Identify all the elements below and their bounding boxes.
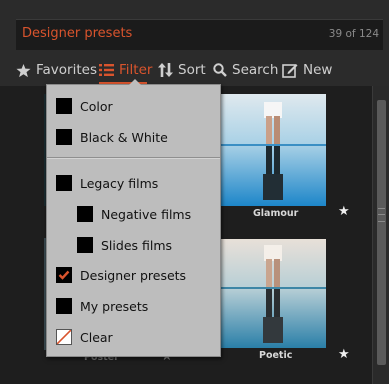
filter-item-designer-presets[interactable]: Designer presets — [47, 260, 229, 290]
search-button[interactable]: Search — [213, 58, 278, 82]
favorite-star-icon[interactable]: ★ — [338, 347, 350, 362]
list-icon — [99, 64, 114, 76]
scrollbar-grip-icon — [378, 208, 385, 222]
filter-menu: Color Black & White Legacy films Negativ… — [46, 79, 221, 357]
checkbox-icon — [56, 298, 72, 314]
filter-item-black-white[interactable]: Black & White — [47, 122, 229, 152]
checkbox-icon — [56, 98, 72, 114]
vertical-scrollbar[interactable] — [372, 86, 389, 384]
checkmark-icon — [58, 270, 70, 280]
filter-item-legacy-films[interactable]: Legacy films — [47, 168, 229, 198]
sort-arrows-icon — [158, 63, 173, 77]
filter-label: Filter — [119, 62, 153, 78]
sort-button[interactable]: Sort — [158, 58, 206, 82]
filter-item-slides-films[interactable]: Slides films — [47, 230, 250, 260]
panel-header: Designer presets 39 of 124 — [16, 19, 383, 50]
scrollbar-thumb[interactable] — [377, 100, 386, 365]
search-label: Search — [232, 62, 279, 78]
new-label: New — [303, 62, 333, 78]
menu-pointer — [129, 79, 141, 85]
checkbox-icon — [77, 237, 93, 253]
checkbox-icon — [77, 206, 93, 222]
checkbox-icon — [56, 129, 72, 145]
filter-button[interactable]: Filter — [99, 58, 152, 82]
favorite-star-icon[interactable]: ★ — [338, 204, 350, 219]
filter-item-negative-films[interactable]: Negative films — [47, 199, 250, 229]
filter-item-clear[interactable]: Clear — [47, 322, 229, 352]
panel-title: Designer presets — [22, 26, 133, 41]
filter-item-color[interactable]: Color — [47, 91, 229, 121]
menu-divider — [47, 157, 220, 159]
star-icon — [16, 63, 31, 77]
preset-label-poetic: Poetic — [259, 350, 293, 361]
filter-item-my-presets[interactable]: My presets — [47, 291, 229, 321]
checkbox-checked-icon — [56, 267, 72, 283]
preset-label-glamour: Glamour — [253, 208, 299, 219]
search-icon — [213, 63, 227, 77]
preset-thumbnail-glamour[interactable] — [220, 94, 326, 206]
toolbar: Favorites Filter Sort Search New — [0, 58, 389, 84]
preset-count: 39 of 124 — [328, 28, 379, 40]
checkbox-icon — [56, 175, 72, 191]
favorites-button[interactable]: Favorites — [16, 58, 97, 82]
sort-label: Sort — [178, 62, 206, 78]
favorites-label: Favorites — [36, 62, 97, 78]
new-button[interactable]: New — [282, 58, 332, 82]
new-preset-icon — [282, 63, 298, 78]
clear-icon — [56, 329, 72, 345]
